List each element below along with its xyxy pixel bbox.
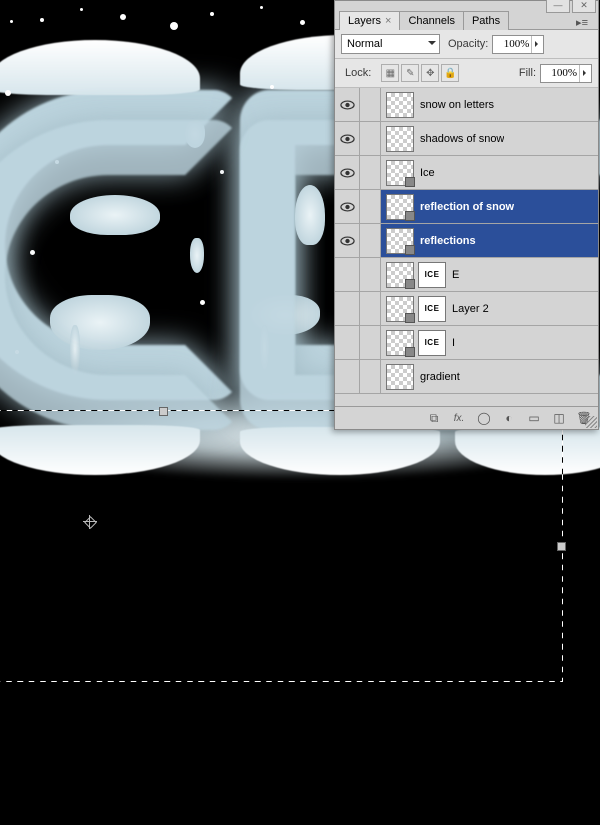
layer-thumbnail[interactable] bbox=[386, 92, 414, 118]
layer-row[interactable]: shadows of snow bbox=[335, 122, 598, 156]
layer-thumbnail[interactable] bbox=[386, 296, 414, 322]
layer-row[interactable]: reflections bbox=[335, 224, 598, 258]
blend-mode-select[interactable]: Normal bbox=[341, 34, 440, 54]
new-layer-icon[interactable]: ◫ bbox=[551, 410, 567, 426]
blend-opacity-row: Normal Opacity: bbox=[335, 30, 598, 59]
fill-input[interactable] bbox=[540, 64, 592, 83]
panel-close-button[interactable]: ✕ bbox=[572, 0, 596, 13]
layer-name[interactable]: Layer 2 bbox=[446, 303, 489, 315]
layer-group-icon[interactable]: ▭ bbox=[526, 410, 542, 426]
close-icon[interactable]: × bbox=[385, 15, 391, 27]
layer-thumbnail[interactable] bbox=[386, 364, 414, 390]
link-cell[interactable] bbox=[360, 360, 381, 393]
layer-name[interactable]: reflection of snow bbox=[414, 201, 514, 213]
lock-position-icon[interactable]: ✥ bbox=[421, 64, 439, 82]
link-cell[interactable] bbox=[360, 88, 381, 121]
layer-name[interactable]: reflections bbox=[414, 235, 476, 247]
lock-all-icon[interactable]: 🔒 bbox=[441, 64, 459, 82]
tab-layers[interactable]: Layers× bbox=[339, 11, 400, 30]
link-layers-icon[interactable]: ⧉ bbox=[426, 410, 442, 426]
lock-transparent-icon[interactable]: ▦ bbox=[381, 64, 399, 82]
link-cell[interactable] bbox=[360, 122, 381, 155]
layer-thumbnail[interactable] bbox=[386, 126, 414, 152]
lock-fill-row: Lock: ▦ ✎ ✥ 🔒 Fill: bbox=[335, 59, 598, 88]
visibility-toggle[interactable] bbox=[335, 190, 360, 223]
layer-thumbnail[interactable] bbox=[386, 160, 414, 186]
layer-name[interactable]: shadows of snow bbox=[414, 133, 504, 145]
fill-label: Fill: bbox=[519, 67, 536, 79]
panel-menu-button[interactable]: ▸≡ bbox=[570, 16, 594, 29]
visibility-toggle[interactable] bbox=[335, 156, 360, 189]
layer-thumbnail[interactable] bbox=[386, 330, 414, 356]
lock-image-icon[interactable]: ✎ bbox=[401, 64, 419, 82]
layer-row[interactable]: ICEI bbox=[335, 326, 598, 360]
visibility-toggle[interactable] bbox=[335, 88, 360, 121]
opacity-input[interactable] bbox=[492, 35, 544, 54]
layer-name[interactable]: gradient bbox=[414, 371, 460, 383]
panel-minimize-button[interactable]: — bbox=[546, 0, 570, 13]
link-cell[interactable] bbox=[360, 156, 381, 189]
layer-thumbnail[interactable] bbox=[386, 228, 414, 254]
layer-name[interactable]: E bbox=[446, 269, 459, 281]
link-cell[interactable] bbox=[360, 190, 381, 223]
layer-name[interactable]: snow on letters bbox=[414, 99, 494, 111]
layer-name[interactable]: Ice bbox=[414, 167, 435, 179]
adjustment-layer-icon[interactable]: ◐ bbox=[501, 410, 517, 426]
layer-row[interactable]: ICELayer 2 bbox=[335, 292, 598, 326]
layer-stack: snow on letters shadows of snow Ice reflect… bbox=[335, 88, 598, 406]
link-cell[interactable] bbox=[360, 224, 381, 257]
link-cell[interactable] bbox=[360, 258, 381, 291]
layer-mask-thumbnail[interactable]: ICE bbox=[418, 330, 446, 356]
visibility-toggle[interactable] bbox=[335, 224, 360, 257]
layer-mask-thumbnail[interactable]: ICE bbox=[418, 262, 446, 288]
visibility-toggle[interactable] bbox=[335, 122, 360, 155]
visibility-toggle[interactable] bbox=[335, 360, 360, 393]
layer-row[interactable]: ICEE bbox=[335, 258, 598, 292]
layer-row[interactable]: Ice bbox=[335, 156, 598, 190]
layer-name[interactable]: I bbox=[446, 337, 455, 349]
panel-resize-grip[interactable] bbox=[585, 416, 597, 428]
panel-footer: ⧉ fx. ◯ ◐ ▭ ◫ 🗑 bbox=[335, 406, 598, 429]
transform-center[interactable] bbox=[83, 515, 97, 529]
visibility-toggle[interactable] bbox=[335, 326, 360, 359]
layers-panel: — ✕ Layers× Channels Paths ▸≡ Normal Opa… bbox=[334, 0, 599, 430]
visibility-toggle[interactable] bbox=[335, 292, 360, 325]
link-cell[interactable] bbox=[360, 326, 381, 359]
link-cell[interactable] bbox=[360, 292, 381, 325]
tab-channels[interactable]: Channels bbox=[399, 11, 463, 30]
tab-paths[interactable]: Paths bbox=[463, 11, 509, 30]
layer-fx-icon[interactable]: fx. bbox=[451, 410, 467, 426]
layer-row[interactable]: reflection of snow bbox=[335, 190, 598, 224]
layer-thumbnail[interactable] bbox=[386, 262, 414, 288]
layer-row[interactable]: gradient bbox=[335, 360, 598, 394]
visibility-toggle[interactable] bbox=[335, 258, 360, 291]
lock-label: Lock: bbox=[345, 67, 371, 79]
layer-thumbnail[interactable] bbox=[386, 194, 414, 220]
opacity-label: Opacity: bbox=[448, 38, 488, 50]
layer-row[interactable]: snow on letters bbox=[335, 88, 598, 122]
layer-mask-thumbnail[interactable]: ICE bbox=[418, 296, 446, 322]
layer-mask-icon[interactable]: ◯ bbox=[476, 410, 492, 426]
